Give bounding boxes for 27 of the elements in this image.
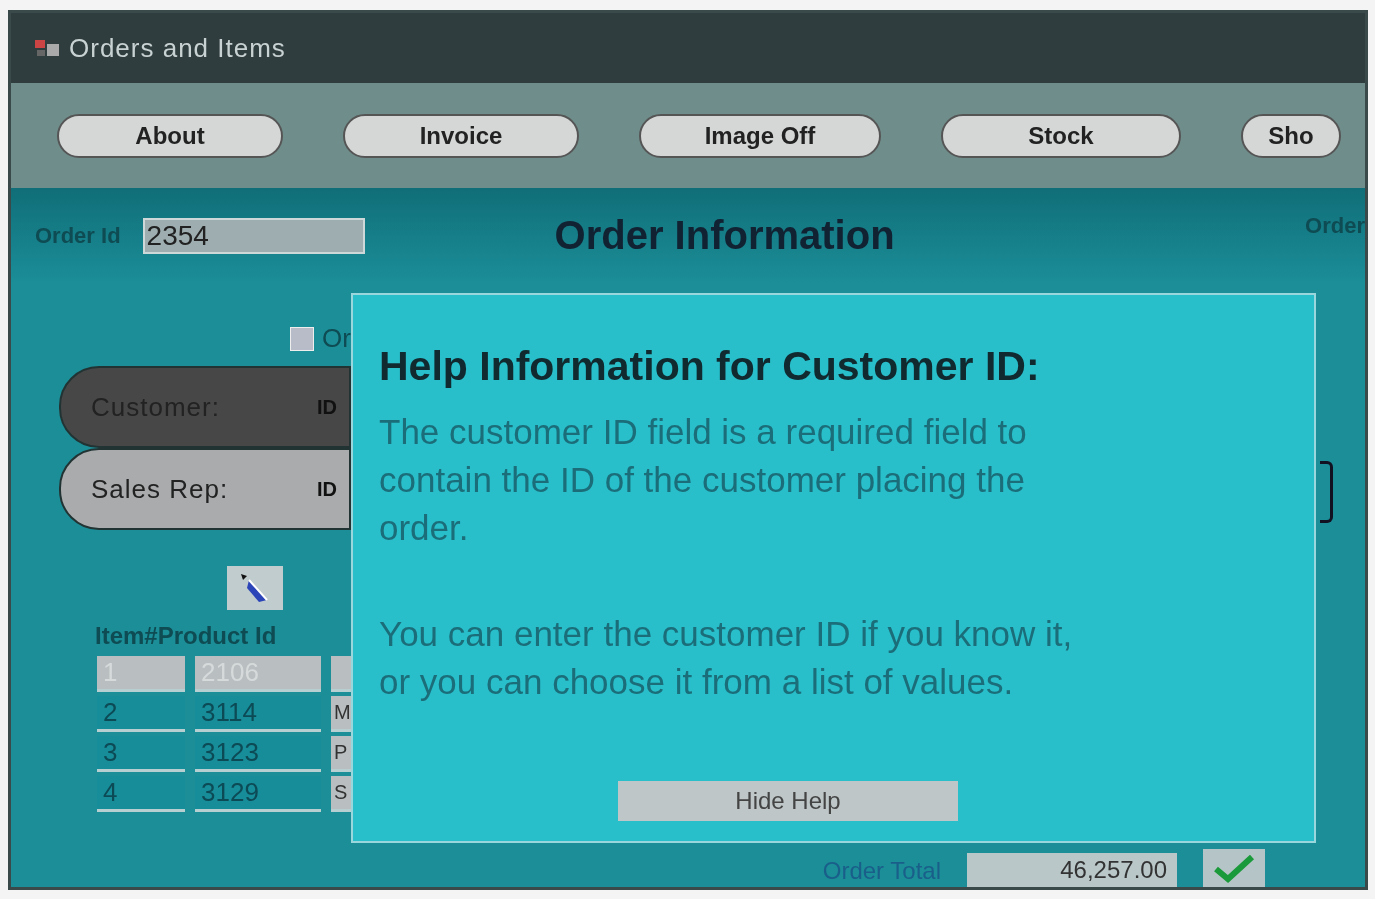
help-title: Help Information for Customer ID:: [379, 343, 1041, 390]
product-cell: 3129: [195, 776, 321, 812]
hide-help-button[interactable]: Hide Help: [618, 781, 958, 821]
help-text: You can enter the customer ID if you know it, or you can choose it from a list of values.: [379, 613, 1074, 703]
order-total-field[interactable]: 46,257.00: [967, 853, 1177, 887]
product-cell: 3114: [195, 696, 321, 732]
help-text: The customer ID field is a required field to contain the ID of the customer placing the order.: [379, 411, 1028, 549]
ok-button[interactable]: [1203, 849, 1265, 887]
toolbar-button[interactable]: Invoice: [343, 113, 579, 158]
field-edge: [1320, 461, 1333, 523]
section-title: Order Information: [554, 213, 896, 258]
window-title: Orders and Items: [69, 32, 286, 64]
order-id-label: Order Id: [35, 222, 121, 249]
item-cell: 2: [97, 696, 185, 732]
item-cell: 3: [97, 736, 185, 772]
checkbox-label: Or: [322, 323, 351, 354]
checkbox[interactable]: [290, 326, 315, 351]
items-column-header: Item#Product Id: [95, 622, 277, 650]
toolbar-button[interactable]: About: [57, 113, 283, 158]
item-cell: 4: [97, 776, 185, 812]
order-id-field[interactable]: 2354: [142, 217, 365, 254]
toolbar-button[interactable]: Stock: [941, 113, 1181, 158]
field-tab[interactable]: Sales Rep: ID: [59, 448, 351, 530]
toolbar-button[interactable]: Sho: [1241, 113, 1341, 158]
product-cell: 3123: [195, 736, 321, 772]
tool-button[interactable]: [227, 566, 283, 610]
toolbar-button[interactable]: Image Off: [639, 113, 881, 158]
